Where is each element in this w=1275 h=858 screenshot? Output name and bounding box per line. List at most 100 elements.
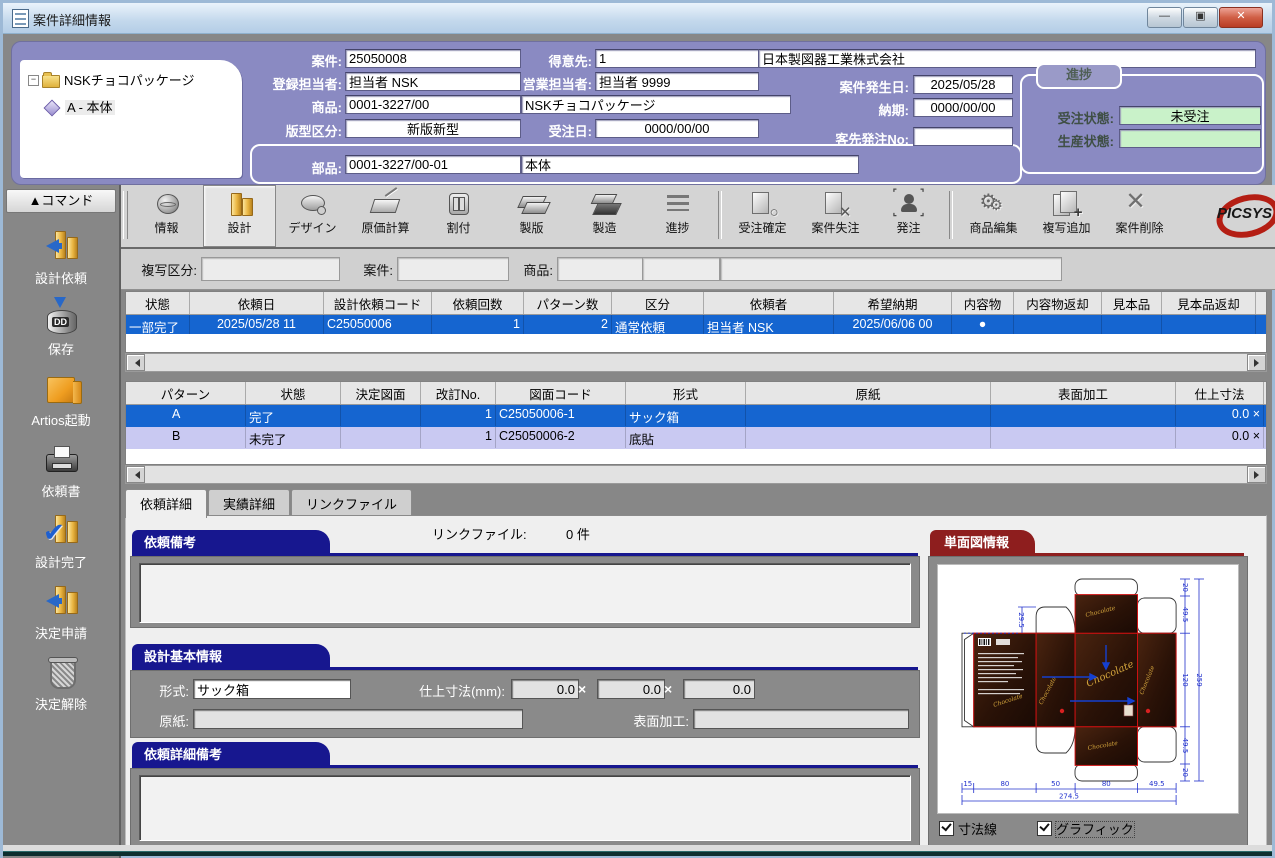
sidebar-button-decision-apply[interactable]: 決定申請 (35, 582, 87, 642)
request-detail-note-textarea[interactable] (139, 775, 911, 841)
toolbar-separator (949, 191, 953, 239)
part-name-field[interactable] (521, 155, 859, 174)
sidebar-button-label: 決定申請 (35, 623, 87, 642)
close-button[interactable]: ✕ (1219, 7, 1263, 28)
toolbar-button-product-edit[interactable]: ⚙⚙商品編集 (957, 185, 1030, 247)
cell (746, 405, 991, 426)
toolbar-button-label: 複写追加 (1031, 219, 1102, 236)
scroll-right-button[interactable] (1247, 354, 1266, 371)
tab-link-file[interactable]: リンクファイル (291, 489, 412, 516)
plate-type-field[interactable] (345, 119, 521, 138)
sidebar-button-design-complete[interactable]: ✔設計完了 (35, 511, 87, 571)
tree-root-item[interactable]: −NSKチョコパッケージ (22, 70, 240, 89)
titlebar[interactable]: 案件詳細情報 — ▣ ✕ (3, 3, 1272, 34)
sidebar-button-decision-cancel[interactable]: 決定解除 (35, 653, 87, 713)
table-row[interactable]: A完了1C25050006-1サック箱0.0 × (126, 405, 1266, 427)
delivery-date-field[interactable] (913, 98, 1013, 117)
toolbar-button-place-order[interactable]: ⌜⌝⌞⌟発注 (872, 185, 945, 247)
register-person-field[interactable] (345, 72, 521, 91)
cell: 未完了 (246, 427, 341, 448)
case-date-field[interactable] (913, 75, 1013, 94)
request-note-panel (130, 556, 920, 628)
toolbar-button-design[interactable]: 設計 (203, 185, 276, 247)
scroll-right-button[interactable] (1247, 466, 1266, 483)
part-tree: −NSKチョコパッケージ A - 本体 (20, 60, 242, 178)
part-code-field[interactable] (345, 155, 521, 174)
graphic-checkbox[interactable] (1037, 821, 1052, 836)
toolbar-button-label: 割付 (423, 219, 494, 236)
pattern-table-hscrollbar[interactable] (125, 465, 1267, 484)
scroll-left-button[interactable] (126, 466, 145, 483)
production-status-field[interactable] (1119, 129, 1261, 148)
minimize-button[interactable]: — (1147, 7, 1182, 28)
product-code-field[interactable] (345, 95, 521, 114)
window-bottom-frame (3, 851, 1272, 856)
copy-product-code-field[interactable] (557, 257, 643, 281)
sidebar-button-save[interactable]: DD保存 (37, 298, 85, 358)
surface-finish-field[interactable] (693, 709, 909, 729)
copy-product-sub-field[interactable] (642, 257, 720, 281)
finish-size-w-field[interactable] (511, 679, 579, 699)
command-toggle-button[interactable]: ▲コマンド (6, 189, 116, 213)
toolbar-button-progress[interactable]: 進捗 (641, 185, 714, 247)
customer-order-no-field[interactable] (913, 127, 1013, 146)
table-row[interactable]: B未完了1C25050006-2底貼0.0 × (126, 427, 1266, 449)
sales-person-field[interactable] (595, 72, 759, 91)
restore-button[interactable]: ▣ (1183, 7, 1218, 28)
sidebar-button-design-request[interactable]: 設計依頼 (35, 227, 87, 287)
plate-type-label: 版型区分: (252, 121, 342, 140)
product-name-field[interactable] (521, 95, 791, 114)
sidebar-button-artios[interactable]: Artios起動 (31, 369, 90, 429)
info-icon (149, 190, 185, 218)
cell: サック箱 (626, 405, 746, 426)
base-paper-field[interactable] (193, 709, 523, 729)
toolbar-button-manufacture[interactable]: 製造 (568, 185, 641, 247)
toolbar-button-graphic-design[interactable]: デザイン (276, 185, 349, 247)
dimension-line-checkbox[interactable] (939, 821, 954, 836)
request-note-textarea[interactable] (139, 563, 911, 623)
copy-case-field[interactable] (397, 257, 509, 281)
toolbar-button-case-delete[interactable]: ✕案件削除 (1103, 185, 1176, 247)
toolbar-button-label: 進捗 (642, 219, 713, 236)
tree-expander-icon[interactable]: − (28, 75, 39, 86)
toolbar-button-label: 設計 (204, 219, 275, 236)
sidebar-button-label: Artios起動 (31, 410, 90, 429)
order-confirm-icon: ○ (745, 190, 781, 218)
toolbar-button-info[interactable]: 情報 (130, 185, 203, 247)
sidebar-button-print-request[interactable]: 依頼書 (37, 440, 85, 500)
tab-irai-shousai[interactable]: 依頼詳細 (125, 489, 207, 518)
finish-size-h-field[interactable] (683, 679, 755, 699)
request-table-hscrollbar[interactable] (125, 353, 1267, 372)
dieline-drawing: Chocolate Chocolate Chocolate Chocolate … (938, 565, 1238, 813)
tree-child-item[interactable]: A - 本体 (22, 97, 240, 116)
tab-jisseki-shousai[interactable]: 実績詳細 (208, 489, 290, 516)
finish-size-d-field[interactable] (597, 679, 665, 699)
sidebar-button-label: 決定解除 (35, 694, 87, 713)
toolbar-button-copy-add[interactable]: +複写追加 (1030, 185, 1103, 247)
customer-code-field[interactable] (595, 49, 759, 68)
copy-product-name-field[interactable] (720, 257, 1062, 281)
toolbar-button-imposition[interactable]: 割付 (422, 185, 495, 247)
case-number-field[interactable] (345, 49, 521, 68)
order-status-field[interactable] (1119, 106, 1261, 125)
production-status-label: 生産状態: (1032, 131, 1114, 150)
scroll-left-button[interactable] (126, 354, 145, 371)
manufacture-icon (587, 190, 623, 218)
copy-product-label: 商品: (509, 260, 553, 279)
copy-kubun-field[interactable] (201, 257, 340, 281)
pattern-table: パターン状態決定図面改訂No.図面コード形式原紙表面加工仕上寸法A完了1C250… (125, 381, 1267, 465)
cell: 担当者 NSK (704, 315, 834, 334)
toolbar-button-order-lost[interactable]: ✕案件失注 (799, 185, 872, 247)
cell (991, 405, 1176, 426)
toolbar-button-cost-calc[interactable]: 原価計算 (349, 185, 422, 247)
order-date-field[interactable] (595, 119, 759, 138)
dim-label: 80 (1102, 780, 1111, 788)
decision-cancel-icon (37, 653, 85, 693)
toolbar-button-platemaking[interactable]: 製版 (495, 185, 568, 247)
toolbar-button-order-confirm[interactable]: ○受注確定 (726, 185, 799, 247)
copy-case-label: 案件: (351, 260, 393, 279)
request-detail-note-title: 依頼詳細備考 (132, 742, 330, 765)
customer-name-field[interactable] (758, 49, 1256, 68)
form-type-field[interactable] (193, 679, 351, 699)
table-row[interactable]: 一部完了2025/05/28 11C2505000612通常依頼担当者 NSK2… (126, 315, 1266, 334)
